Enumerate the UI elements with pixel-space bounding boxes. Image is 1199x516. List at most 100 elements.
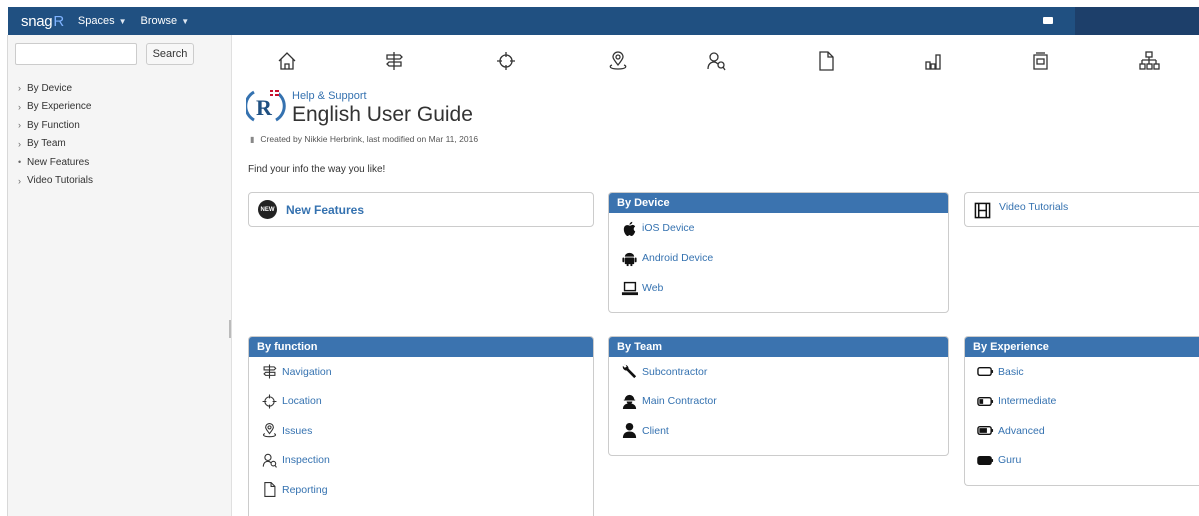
crosshair-icon: [260, 392, 278, 410]
apple-icon: [620, 219, 638, 237]
new-features-link[interactable]: NEW New Features: [249, 193, 593, 226]
by-device-panel: By Device iOS Device Android Device Web: [608, 192, 949, 313]
web-link[interactable]: Web: [609, 273, 948, 303]
new-badge-icon: NEW: [258, 200, 277, 219]
snagr-logo[interactable]: snag R: [21, 13, 64, 30]
link-label: Guru: [998, 454, 1022, 467]
video-tutorials-link[interactable]: Video Tutorials: [965, 193, 1199, 226]
by-team-panel: By Team Subcontractor Main Contractor Cl…: [608, 336, 949, 456]
tree-item-video-tutorials[interactable]: › Video Tutorials: [18, 172, 93, 191]
location-pin-icon: [260, 422, 278, 440]
quick-nav-icon-row: [270, 50, 1190, 76]
folder-icon[interactable]: [1030, 50, 1052, 72]
tree-item-by-function[interactable]: › By Function: [18, 116, 93, 135]
intro-text: Find your info the way you like!: [248, 164, 386, 175]
page-tree: › By Device › By Experience › By Function ›…: [18, 79, 93, 190]
link-label: Client: [642, 424, 669, 437]
subcontractor-link[interactable]: Subcontractor: [609, 357, 948, 387]
client-link[interactable]: Client: [609, 416, 948, 446]
sitemap-icon[interactable]: [1138, 50, 1160, 72]
tree-item-by-experience[interactable]: › By Experience: [18, 98, 93, 117]
battery-low-icon: [976, 392, 994, 410]
logo-text: snag: [21, 12, 53, 30]
android-device-link[interactable]: Android Device: [609, 243, 948, 273]
video-tutorials-panel: Video Tutorials: [964, 192, 1199, 227]
search-button[interactable]: Search: [146, 43, 194, 65]
user-menu-area[interactable]: [1075, 7, 1199, 35]
film-icon: [974, 202, 991, 222]
signpost-icon[interactable]: [383, 50, 405, 72]
tree-item-label: Video Tutorials: [27, 175, 93, 187]
tree-item-label: New Features: [27, 156, 90, 168]
inspection-link[interactable]: Inspection: [249, 446, 593, 476]
tree-item-by-device[interactable]: › By Device: [18, 79, 93, 98]
battery-mid-icon: [976, 422, 994, 440]
link-label: Android Device: [642, 252, 714, 264]
main-contractor-link[interactable]: Main Contractor: [609, 387, 948, 417]
page-metadata: ▮ Created by Nikkie Herbrink, last modif…: [250, 134, 478, 144]
panel-header: By Device: [609, 193, 948, 213]
signpost-icon: [260, 363, 278, 381]
new-features-panel: NEW New Features: [248, 192, 594, 227]
battery-empty-icon: [976, 363, 994, 381]
link-label: Navigation: [282, 365, 332, 378]
link-label: Advanced: [998, 424, 1045, 437]
user-icon: [620, 422, 638, 440]
crosshair-icon[interactable]: [495, 50, 517, 72]
ios-device-link[interactable]: iOS Device: [609, 213, 948, 243]
location-link[interactable]: Location: [249, 387, 593, 417]
battery-full-icon: [976, 451, 994, 469]
sidebar-toggle-icon[interactable]: [1043, 17, 1053, 24]
advanced-link[interactable]: Advanced: [965, 416, 1199, 446]
panel-header: By Experience: [965, 337, 1199, 357]
bar-chart-icon[interactable]: [922, 50, 944, 72]
spaces-menu[interactable]: Spaces ▼: [78, 15, 127, 27]
chevron-right-icon[interactable]: ›: [18, 83, 27, 93]
guru-link[interactable]: Guru: [965, 446, 1199, 476]
laptop-icon: [620, 279, 638, 297]
page-meta-text: Created by Nikkie Herbrink, last modifie…: [260, 134, 479, 144]
link-label: Main Contractor: [642, 395, 717, 408]
location-pin-icon[interactable]: [607, 50, 629, 72]
link-label: Reporting: [282, 483, 328, 496]
sidebar: Search › By Device › By Experience › By Fun…: [8, 35, 232, 516]
issues-link[interactable]: Issues: [249, 416, 593, 446]
chevron-right-icon[interactable]: ›: [18, 102, 27, 112]
tree-item-label: By Experience: [27, 101, 92, 113]
chevron-down-icon: ▼: [181, 16, 190, 26]
by-experience-panel: By Experience Basic Intermediate Advance…: [964, 336, 1199, 486]
panel-header: By Team: [609, 337, 948, 357]
new-features-label: New Features: [286, 202, 365, 217]
navigation-link[interactable]: Navigation: [249, 357, 593, 387]
top-navigation-bar: snag R Spaces ▼ Browse ▼: [8, 7, 1199, 35]
document-icon[interactable]: [815, 50, 837, 72]
search-input[interactable]: [15, 43, 137, 65]
tree-item-label: By Function: [27, 119, 80, 131]
inspection-icon: [260, 451, 278, 469]
worker-icon: [620, 392, 638, 410]
spaces-menu-label: Spaces: [77, 15, 115, 27]
link-label: Location: [282, 395, 322, 408]
home-icon[interactable]: [276, 50, 298, 72]
sidebar-resize-handle[interactable]: [229, 320, 231, 338]
chevron-right-icon[interactable]: ›: [18, 176, 27, 186]
link-label: Web: [642, 282, 664, 294]
chevron-right-icon[interactable]: ›: [18, 120, 27, 130]
chevron-down-icon: ▼: [118, 16, 127, 26]
chevron-right-icon[interactable]: ›: [18, 139, 27, 149]
browse-menu[interactable]: Browse ▼: [141, 15, 190, 27]
tree-item-new-features[interactable]: • New Features: [18, 153, 93, 172]
basic-link[interactable]: Basic: [965, 357, 1199, 387]
link-label: Inspection: [282, 454, 330, 467]
breadcrumb[interactable]: Help & Support: [292, 90, 367, 102]
tree-item-by-team[interactable]: › By Team: [18, 135, 93, 154]
page-icon: ▮: [250, 134, 255, 144]
android-icon: [620, 249, 638, 267]
inspection-icon[interactable]: [705, 50, 727, 72]
intermediate-link[interactable]: Intermediate: [965, 387, 1199, 417]
browse-menu-label: Browse: [140, 15, 178, 27]
link-label: iOS Device: [642, 222, 695, 234]
link-label: Intermediate: [998, 395, 1057, 408]
panel-header: By function: [249, 337, 593, 357]
reporting-link[interactable]: Reporting: [249, 475, 593, 505]
